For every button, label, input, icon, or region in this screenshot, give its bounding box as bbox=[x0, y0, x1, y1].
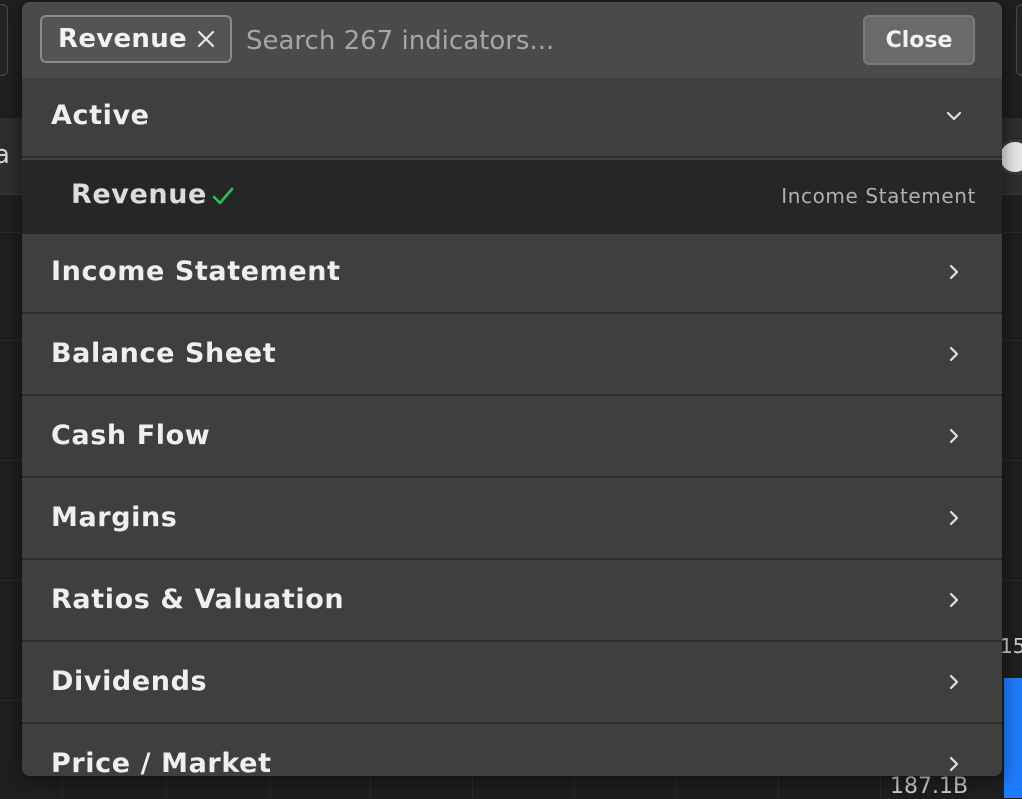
chart-bar bbox=[1004, 678, 1022, 798]
indicator-search-input[interactable] bbox=[244, 18, 848, 64]
chip-label: Revenue bbox=[58, 24, 187, 54]
active-indicator-label: Revenue bbox=[71, 179, 207, 210]
category-dividends[interactable]: Dividends bbox=[22, 644, 1002, 724]
category-label: Dividends bbox=[51, 666, 208, 697]
selector-header: Revenue Close bbox=[22, 2, 1002, 78]
category-cash-flow[interactable]: Cash Flow bbox=[22, 398, 1002, 478]
indicator-selector-panel: Revenue Close Active Revenue Income Stat… bbox=[22, 2, 1002, 776]
category-label: Cash Flow bbox=[51, 420, 211, 451]
chevron-right-icon bbox=[949, 674, 959, 690]
active-indicator-item[interactable]: Revenue Income Statement bbox=[22, 160, 1002, 234]
category-ratios-valuation[interactable]: Ratios & Valuation bbox=[22, 562, 1002, 642]
chevron-right-icon bbox=[949, 510, 959, 526]
chevron-right-icon bbox=[949, 592, 959, 608]
category-label: Ratios & Valuation bbox=[51, 584, 345, 615]
category-label: Price / Market bbox=[51, 748, 272, 776]
active-indicator-category: Income Statement bbox=[781, 184, 976, 208]
category-balance-sheet[interactable]: Balance Sheet bbox=[22, 316, 1002, 396]
chevron-right-icon bbox=[949, 346, 959, 362]
check-icon bbox=[212, 187, 234, 205]
category-label: Balance Sheet bbox=[51, 338, 277, 369]
chart-value-label: 15 bbox=[1000, 634, 1022, 658]
chevron-down-icon bbox=[946, 111, 962, 121]
category-margins[interactable]: Margins bbox=[22, 480, 1002, 560]
category-price-market[interactable]: Price / Market bbox=[22, 726, 1002, 776]
background-toolbar-right bbox=[1016, 4, 1022, 76]
chevron-right-icon bbox=[949, 756, 959, 772]
category-label: Margins bbox=[51, 502, 178, 533]
section-label: Active bbox=[51, 100, 150, 131]
close-icon[interactable] bbox=[196, 29, 216, 49]
background-toggle-knob bbox=[1000, 142, 1022, 172]
selected-indicator-chip[interactable]: Revenue bbox=[40, 15, 232, 63]
section-active[interactable]: Active bbox=[22, 78, 1002, 158]
chevron-right-icon bbox=[949, 428, 959, 444]
category-label: Income Statement bbox=[51, 256, 341, 287]
background-label: a bbox=[0, 140, 10, 170]
category-income-statement[interactable]: Income Statement bbox=[22, 234, 1002, 314]
close-button[interactable]: Close bbox=[863, 15, 975, 65]
chart-value-label: 187.1B bbox=[888, 774, 971, 799]
chevron-right-icon bbox=[949, 264, 959, 280]
background-toolbar-left bbox=[0, 4, 8, 76]
